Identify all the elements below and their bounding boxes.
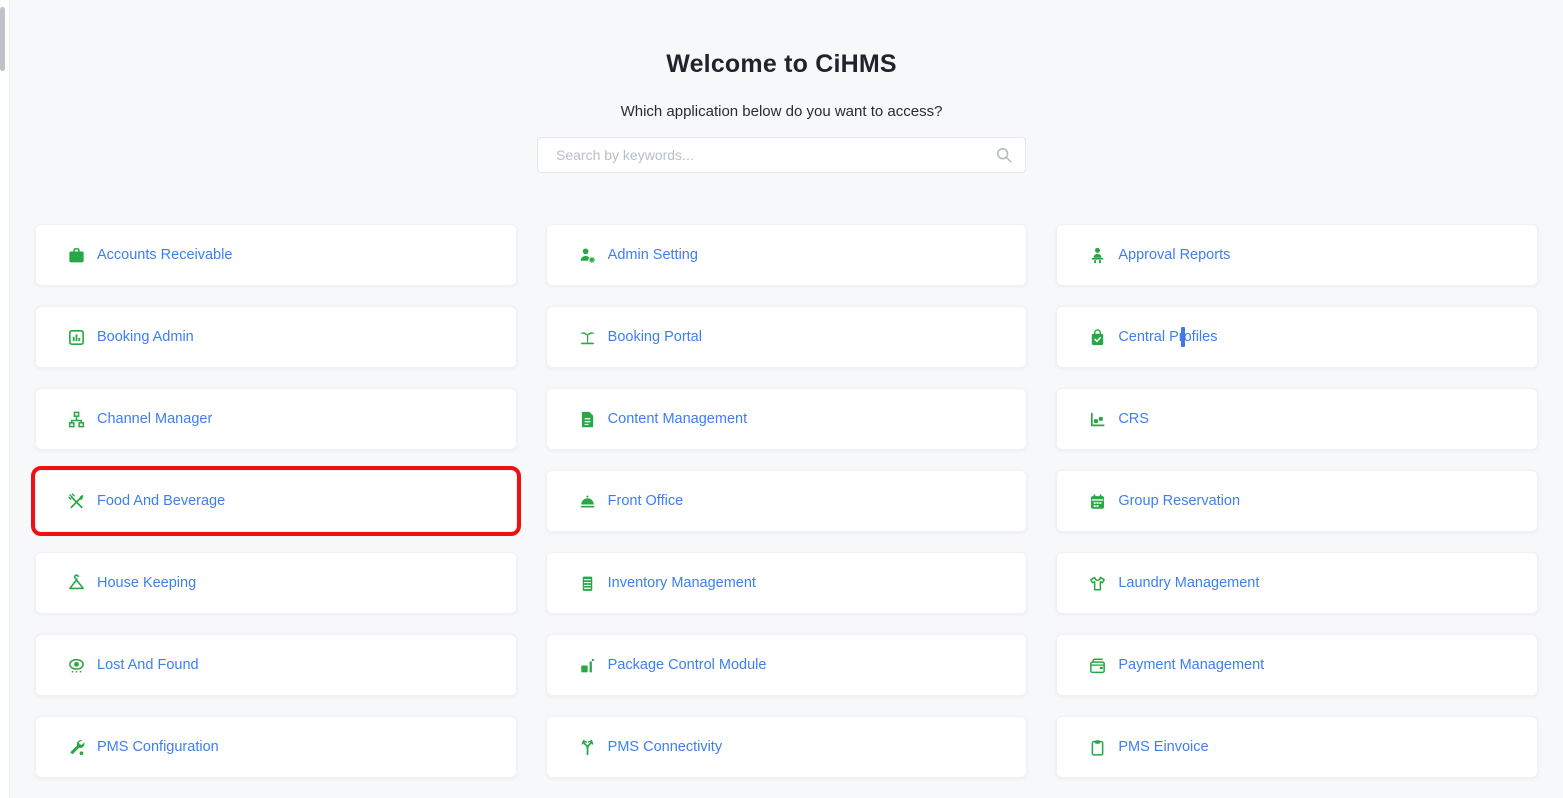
clipboard-icon [1088,738,1107,757]
bag-check-icon [1088,328,1107,347]
app-card-label: Front Office [608,493,683,509]
app-card-label: PMS Einvoice [1118,739,1208,755]
shirt-icon [1088,574,1107,593]
app-card-admin-setting[interactable]: Admin Setting [546,224,1028,286]
scrollbar-thumb[interactable] [0,7,5,71]
user-gear-icon [578,246,597,265]
left-scrollbar[interactable] [0,0,10,798]
org-chart-icon [67,410,86,429]
app-card-label: Booking Portal [608,329,702,345]
calendar-icon [1088,492,1107,511]
app-card-house-keeping[interactable]: House Keeping [35,552,517,614]
app-grid: Accounts Receivable Admin Setting Approv… [35,224,1538,778]
app-card-label: Group Reservation [1118,493,1240,509]
app-card-content-management[interactable]: Content Management [546,388,1028,450]
search-box [537,137,1026,173]
app-card-label: Approval Reports [1118,247,1230,263]
app-card-front-office[interactable]: Front Office [546,470,1028,532]
app-card-laundry-management[interactable]: Laundry Management [1056,552,1538,614]
app-card-label: Admin Setting [608,247,698,263]
search-input[interactable] [537,137,1026,173]
app-card-pms-einvoice[interactable]: PMS Einvoice [1056,716,1538,778]
app-card-pms-connectivity[interactable]: PMS Connectivity [546,716,1028,778]
app-card-label: Booking Admin [97,329,194,345]
app-card-label: PMS Connectivity [608,739,722,755]
app-card-booking-portal[interactable]: Booking Portal [546,306,1028,368]
app-card-label: Inventory Management [608,575,756,591]
page-subtitle: Which application below do you want to a… [0,103,1563,120]
app-card-payment-management[interactable]: Payment Management [1056,634,1538,696]
app-card-food-and-beverage[interactable]: Food And Beverage [35,470,517,532]
app-card-crs[interactable]: CRS [1056,388,1538,450]
app-card-central-profiles[interactable]: Central Profiles [1056,306,1538,368]
app-card-label: Food And Beverage [97,493,225,509]
palm-tree-icon [578,328,597,347]
app-card-pms-configuration[interactable]: PMS Configuration [35,716,517,778]
page-header: Welcome to CiHMS Which application below… [0,0,1563,173]
app-card-label: Channel Manager [97,411,212,427]
hanger-icon [67,574,86,593]
app-card-package-control-module[interactable]: Package Control Module [546,634,1028,696]
wrench-icon [67,738,86,757]
eye-icon [67,656,86,675]
app-card-label: Package Control Module [608,657,767,673]
app-card-approval-reports[interactable]: Approval Reports [1056,224,1538,286]
document-icon [578,410,597,429]
app-card-label: Content Management [608,411,747,427]
wallet-icon [1088,656,1107,675]
page-title: Welcome to CiHMS [0,0,1563,79]
package-chart-icon [578,656,597,675]
app-card-channel-manager[interactable]: Channel Manager [35,388,517,450]
app-card-accounts-receivable[interactable]: Accounts Receivable [35,224,517,286]
app-card-booking-admin[interactable]: Booking Admin [35,306,517,368]
cloche-icon [578,492,597,511]
app-card-lost-and-found[interactable]: Lost And Found [35,634,517,696]
app-card-label: Lost And Found [97,657,199,673]
app-card-label: House Keeping [97,575,196,591]
user-report-icon [1088,246,1107,265]
app-card-group-reservation[interactable]: Group Reservation [1056,470,1538,532]
app-card-label: Laundry Management [1118,575,1259,591]
app-card-label: Central Profiles [1118,329,1217,345]
app-card-label: PMS Configuration [97,739,219,755]
fork-knife-icon [67,492,86,511]
cabinet-icon [578,574,597,593]
bar-chart-icon [67,328,86,347]
app-card-label: CRS [1118,411,1149,427]
briefcase-icon [67,246,86,265]
app-card-label: Payment Management [1118,657,1264,673]
scatter-chart-icon [1088,410,1107,429]
branch-icon [578,738,597,757]
app-card-inventory-management[interactable]: Inventory Management [546,552,1028,614]
app-card-label: Accounts Receivable [97,247,232,263]
